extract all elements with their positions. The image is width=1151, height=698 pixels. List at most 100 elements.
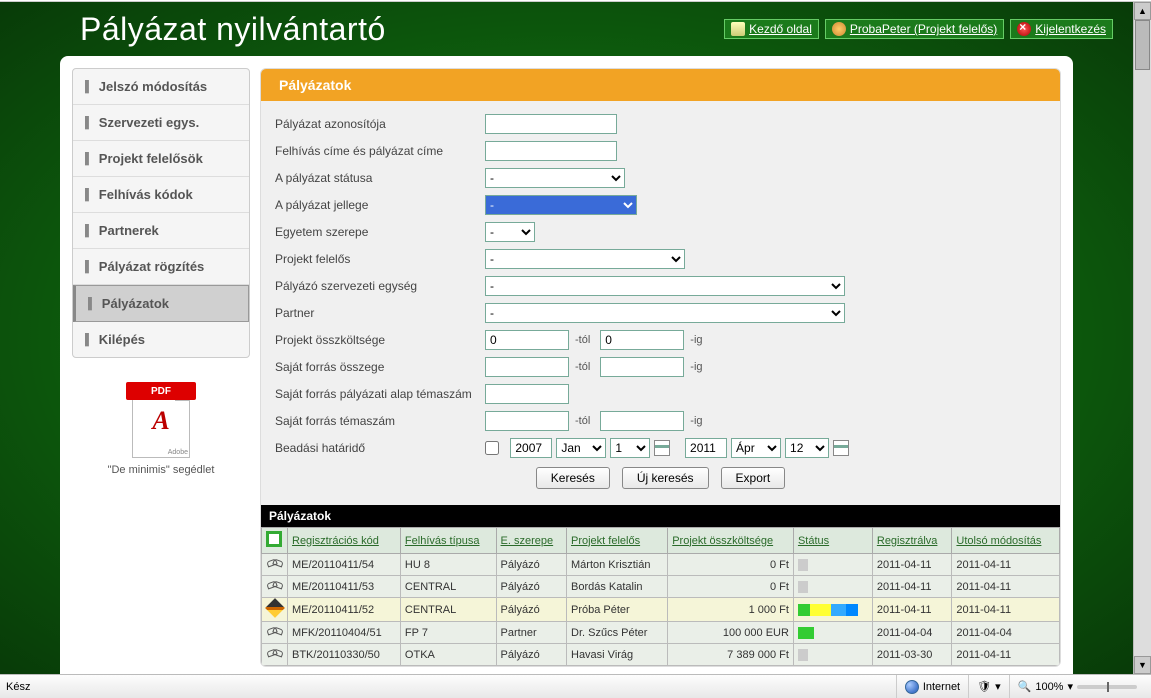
status-indicator [798, 559, 808, 571]
scroll-thumb[interactable] [1135, 20, 1150, 70]
select-partner[interactable]: - [485, 303, 845, 323]
col-status[interactable]: Státus [793, 528, 872, 554]
cell-mod: 2011-04-11 [952, 598, 1060, 622]
checkbox-deadline-enable[interactable] [485, 441, 499, 455]
security-zone[interactable]: Internet [896, 675, 968, 698]
pdf-logo: A [152, 406, 169, 436]
input-ownfunds-topic[interactable] [485, 384, 569, 404]
table-row[interactable]: ME/20110411/52CENTRALPályázóPróba Péter1… [262, 598, 1060, 622]
suffix-to: -ig [690, 334, 702, 346]
cell-sup: Havasi Virág [567, 644, 668, 666]
select-status[interactable]: - [485, 168, 625, 188]
col-action[interactable] [262, 528, 288, 554]
card-title: Pályázatok [261, 69, 1060, 101]
input-ownfunds-topicnum-from[interactable] [485, 411, 569, 431]
filter-card: Pályázatok Pályázat azonosítója Felhívás… [260, 68, 1061, 667]
input-ownfunds-topicnum-to[interactable] [600, 411, 684, 431]
view-icon[interactable] [267, 557, 283, 569]
view-icon[interactable] [267, 647, 283, 659]
col-role[interactable]: E. szerepe [496, 528, 566, 554]
zoom-control[interactable]: 🔍 100% ▾ [1009, 675, 1145, 698]
chevron-right-icon: ▌ [88, 298, 96, 310]
sidebar-item-label: Kilépés [99, 332, 145, 347]
cell-status [793, 622, 872, 644]
select-type[interactable]: - [485, 195, 637, 215]
sidebar-item-label: Projekt felelősök [99, 151, 203, 166]
input-cost-to[interactable] [600, 330, 684, 350]
col-supervisor[interactable]: Projekt felelős [567, 528, 668, 554]
sidebar-item-0[interactable]: ▌ Jelszó módosítás [73, 69, 249, 105]
sidebar-item-4[interactable]: ▌Partnerek [73, 213, 249, 249]
select-month-to[interactable]: Ápr [731, 438, 781, 458]
home-link[interactable]: Kezdő oldal [724, 19, 819, 39]
edit-icon[interactable] [265, 598, 285, 618]
zoom-slider[interactable] [1077, 685, 1137, 689]
cell-regd: 2011-03-30 [872, 644, 952, 666]
select-day-from[interactable]: 1 [610, 438, 650, 458]
suffix-to2: -ig [690, 361, 702, 373]
sidebar-item-5[interactable]: ▌Pályázat rögzítés [73, 249, 249, 285]
sidebar-item-3[interactable]: ▌Felhívás kódok [73, 177, 249, 213]
col-reg[interactable]: Regisztrációs kód [288, 528, 401, 554]
pdf-helper[interactable]: PDF A Adobe "De minimis" segédlet [72, 378, 250, 476]
sidebar-item-label: Jelszó módosítás [99, 79, 207, 94]
input-ownfunds-from[interactable] [485, 357, 569, 377]
input-ownfunds-to[interactable] [600, 357, 684, 377]
table-row[interactable]: BTK/20110330/50OTKAPályázóHavasi Virág7 … [262, 644, 1060, 666]
col-cost[interactable]: Projekt összköltsége [668, 528, 794, 554]
view-icon[interactable] [267, 625, 283, 637]
label-status: A pályázat státusa [275, 171, 485, 185]
cell-regd: 2011-04-11 [872, 554, 952, 576]
input-title-search[interactable] [485, 141, 617, 161]
cell-call: HU 8 [400, 554, 496, 576]
label-ownfunds-topic: Saját forrás pályázati alap témaszám [275, 387, 485, 401]
label-ownfunds: Saját forrás összege [275, 360, 485, 374]
cell-regd: 2011-04-11 [872, 598, 952, 622]
scroll-down-icon[interactable]: ▼ [1134, 656, 1151, 674]
input-id[interactable] [485, 114, 617, 134]
col-registered[interactable]: Regisztrálva [872, 528, 952, 554]
input-cost-from[interactable] [485, 330, 569, 350]
select-month-from[interactable]: Jan [556, 438, 606, 458]
sidebar-item-1[interactable]: ▌Szervezeti egys. [73, 105, 249, 141]
label-id: Pályázat azonosítója [275, 117, 485, 131]
select-orgunit[interactable]: - [485, 276, 845, 296]
vertical-scrollbar[interactable]: ▲ ▼ [1133, 2, 1151, 674]
search-button[interactable]: Keresés [536, 467, 610, 489]
table-row[interactable]: ME/20110411/54HU 8PályázóMárton Krisztiá… [262, 554, 1060, 576]
select-day-to[interactable]: 12 [785, 438, 829, 458]
table-row[interactable]: ME/20110411/53CENTRALPályázóBordás Katal… [262, 576, 1060, 598]
sidebar-item-2[interactable]: ▌Projekt felelősök [73, 141, 249, 177]
label-ownfunds-topicnum: Saját forrás témaszám [275, 414, 485, 428]
browser-statusbar: Kész Internet 🛡 ▾ 🔍 100% ▾ [0, 674, 1151, 698]
col-modified[interactable]: Utolsó módosítás [952, 528, 1060, 554]
new-search-button[interactable]: Új keresés [622, 467, 709, 489]
select-role[interactable]: - [485, 222, 535, 242]
suffix-to3: -ig [690, 415, 702, 427]
sidebar-item-7[interactable]: ▌Kilépés [73, 322, 249, 357]
logout-link[interactable]: Kijelentkezés [1010, 19, 1113, 39]
chevron-right-icon: ▌ [85, 81, 93, 93]
suffix-from3: -tól [575, 415, 590, 427]
app-header: Pályázat nyilvántartó Kezdő oldal ProbaP… [0, 2, 1133, 56]
status-ready: Kész [6, 681, 30, 693]
select-supervisor[interactable]: - [485, 249, 685, 269]
table-row[interactable]: MFK/20110404/51FP 7PartnerDr. Szűcs Péte… [262, 622, 1060, 644]
scroll-up-icon[interactable]: ▲ [1134, 2, 1151, 20]
calendar-from-icon[interactable] [654, 440, 670, 456]
input-year-to[interactable] [685, 438, 727, 458]
protected-mode[interactable]: 🛡 ▾ [968, 675, 1009, 698]
cell-mod: 2011-04-04 [952, 622, 1060, 644]
view-icon[interactable] [267, 579, 283, 591]
shield-icon: 🛡 [977, 680, 991, 693]
user-icon [832, 22, 846, 36]
zone-label: Internet [923, 681, 960, 693]
col-calltype[interactable]: Felhívás típusa [400, 528, 496, 554]
user-link[interactable]: ProbaPeter (Projekt felelős) [825, 19, 1004, 39]
sidebar-item-label: Partnerek [99, 223, 159, 238]
calendar-to-icon[interactable] [833, 440, 849, 456]
chevron-down-icon: ▾ [1067, 680, 1073, 693]
export-button[interactable]: Export [721, 467, 786, 489]
input-year-from[interactable] [510, 438, 552, 458]
sidebar-item-6[interactable]: ▌Pályázatok [73, 285, 249, 322]
